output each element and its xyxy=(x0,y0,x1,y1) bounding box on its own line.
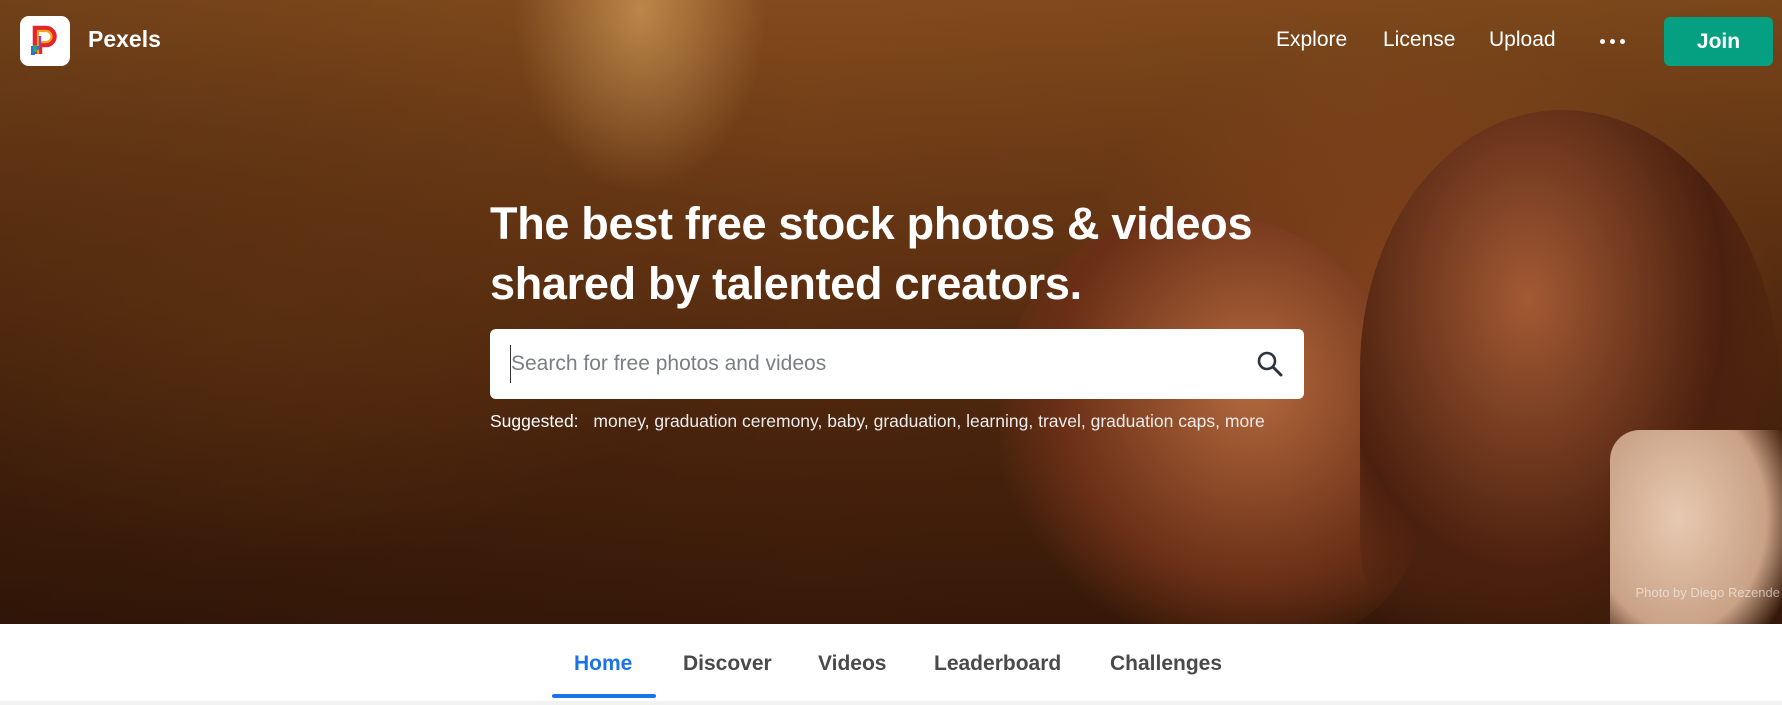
pexels-logo-icon[interactable] xyxy=(20,16,70,66)
tab-bar: Home Discover Videos Leaderboard Challen… xyxy=(0,624,1782,705)
more-horizontal-icon[interactable] xyxy=(1598,28,1628,54)
separator: , xyxy=(1028,411,1039,431)
suggestion-more[interactable]: more xyxy=(1225,411,1265,431)
nav-upload[interactable]: Upload xyxy=(1489,28,1556,52)
suggestion-graduation-caps[interactable]: graduation caps xyxy=(1091,411,1216,431)
search-bar xyxy=(490,329,1304,399)
separator: , xyxy=(1215,411,1225,431)
more-dot xyxy=(1600,39,1605,44)
suggestion-graduation[interactable]: graduation xyxy=(874,411,957,431)
suggestion-baby[interactable]: baby xyxy=(827,411,864,431)
pexels-logo-glyph xyxy=(31,25,57,55)
suggested-searches: Suggested: money, graduation ceremony, b… xyxy=(490,411,1265,432)
suggestion-travel[interactable]: travel xyxy=(1038,411,1081,431)
brand-name[interactable]: Pexels xyxy=(88,26,161,53)
tab-challenges[interactable]: Challenges xyxy=(1110,652,1222,676)
separator: , xyxy=(1080,411,1091,431)
nav-license[interactable]: License xyxy=(1383,28,1455,52)
hero-headline: The best free stock photos & videos shar… xyxy=(490,194,1310,314)
tab-home[interactable]: Home xyxy=(574,652,632,676)
separator: , xyxy=(956,411,967,431)
headline-line-2: shared by talented creators. xyxy=(490,258,1082,309)
tab-discover[interactable]: Discover xyxy=(683,652,772,676)
nav-explore[interactable]: Explore xyxy=(1276,28,1347,52)
search-icon[interactable] xyxy=(1256,350,1284,378)
separator: , xyxy=(863,411,874,431)
suggested-label: Suggested: xyxy=(490,411,579,431)
more-dot xyxy=(1610,39,1615,44)
top-navigation: Pexels Explore License Upload Join xyxy=(0,0,1782,86)
separator: , xyxy=(817,411,828,431)
tab-videos[interactable]: Videos xyxy=(818,652,886,676)
more-dot xyxy=(1620,39,1625,44)
separator: , xyxy=(644,411,655,431)
photo-credit[interactable]: Photo by Diego Rezende xyxy=(1635,585,1780,600)
suggestion-money[interactable]: money xyxy=(593,411,644,431)
suggestion-graduation-ceremony[interactable]: graduation ceremony xyxy=(654,411,817,431)
join-button[interactable]: Join xyxy=(1664,17,1773,66)
tab-leaderboard[interactable]: Leaderboard xyxy=(934,652,1061,676)
active-tab-indicator xyxy=(552,694,656,698)
suggestion-learning[interactable]: learning xyxy=(966,411,1028,431)
search-input[interactable] xyxy=(510,345,1211,383)
headline-line-1: The best free stock photos & videos xyxy=(490,198,1253,249)
